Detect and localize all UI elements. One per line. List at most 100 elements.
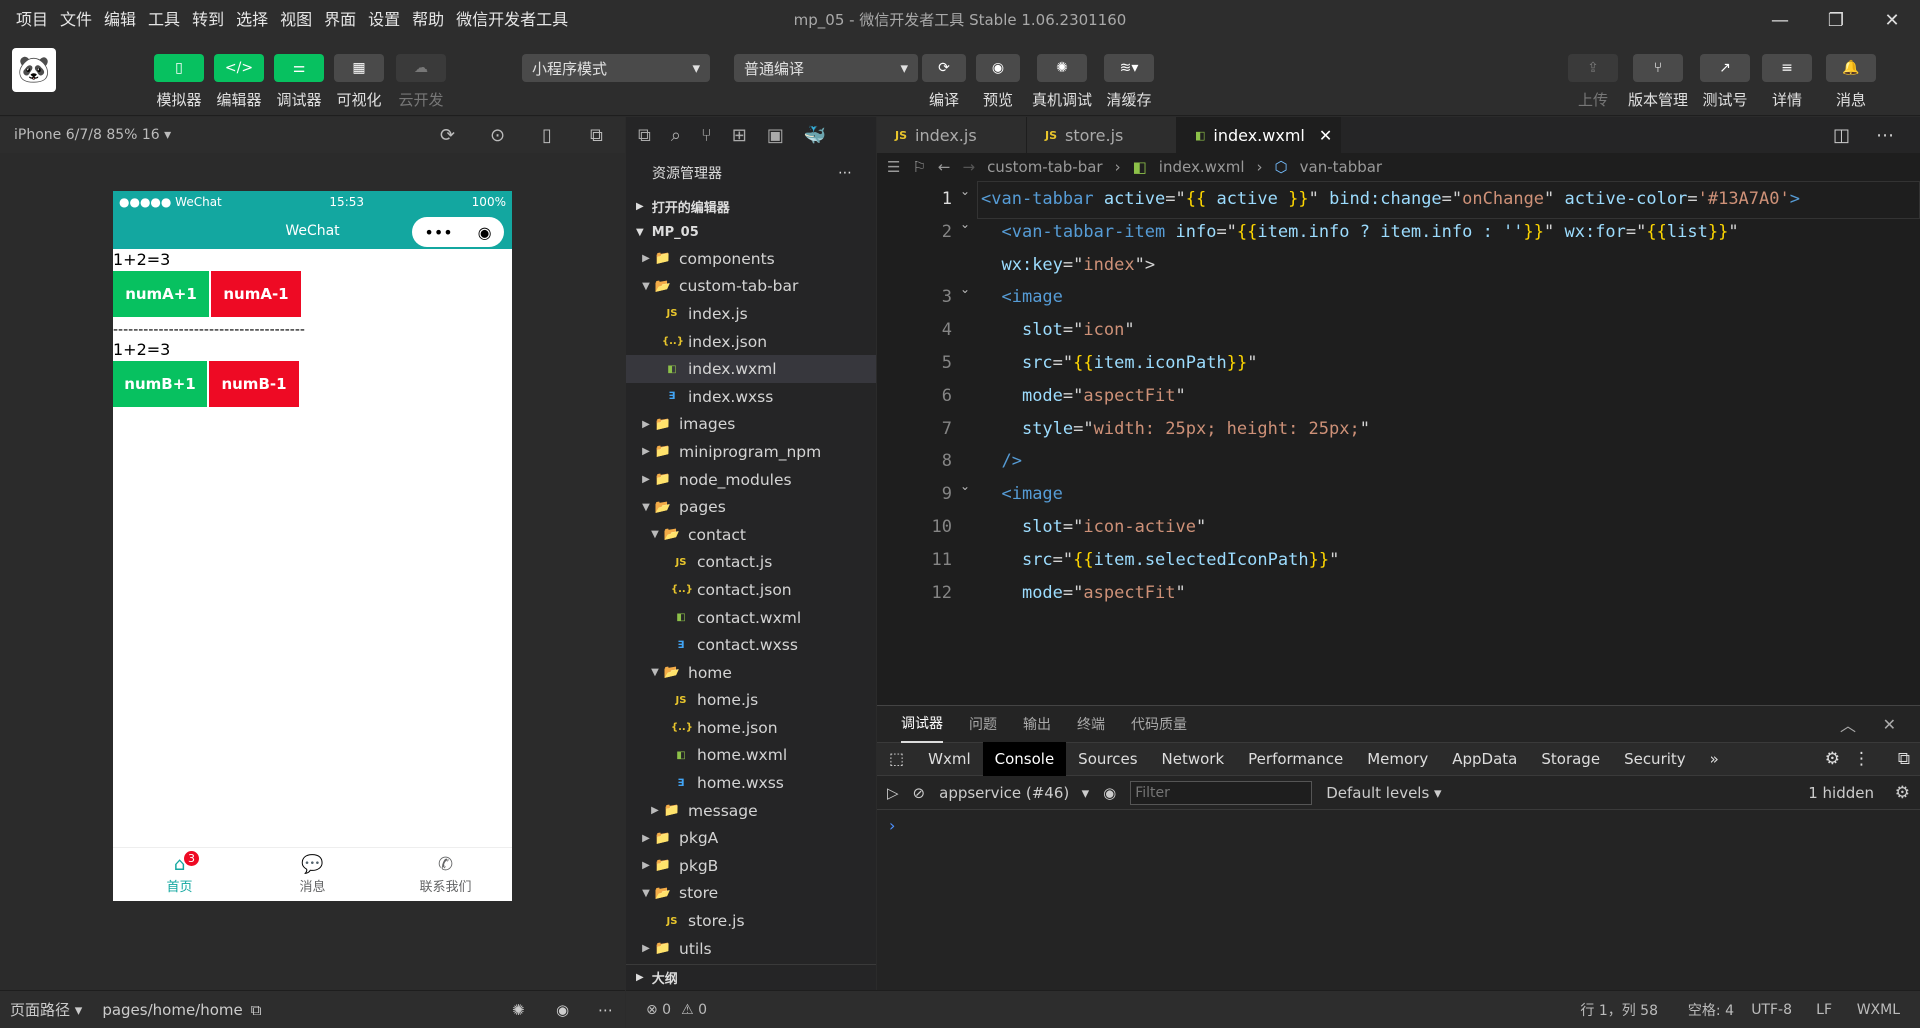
tree-item[interactable]: ◧ contact.wxml [626,604,876,632]
back-icon[interactable]: ← [938,158,951,176]
breadcrumb-item[interactable]: index.wxml [1159,158,1245,176]
code-line[interactable]: mode="aspectFit" [981,380,1186,413]
devtab[interactable]: Security [1612,742,1698,776]
debug-icon[interactable]: ▣ [767,125,784,146]
num-b-plus-button[interactable]: numB+1 [113,361,207,407]
code-line[interactable]: src="{{item.selectedIconPath}}" [981,544,1339,577]
inspect-icon[interactable]: ⬚ [877,742,916,776]
num-a-plus-button[interactable]: numA+1 [113,271,209,317]
tree-item[interactable]: ▶ 📁 message [626,797,876,825]
tree-item[interactable]: {..} index.json [626,328,876,356]
menu-item[interactable]: 编辑 [98,0,142,40]
tree-item[interactable]: ∃ contact.wxss [626,631,876,659]
code-line[interactable]: src="{{item.iconPath}}" [981,347,1257,380]
fold-icon[interactable]: ⌄ [960,181,970,208]
tab-output[interactable]: 输出 [1023,714,1051,734]
more-tabs-icon[interactable]: » [1698,742,1731,776]
tree-item[interactable]: ▶ 📁 utils [626,935,876,963]
docker-icon[interactable]: 🐳 [804,125,826,146]
breadcrumb-item[interactable]: custom-tab-bar [987,158,1103,176]
code-line[interactable]: style="width: 25px; height: 25px;" [981,413,1370,446]
tree-item[interactable]: ◧ home.wxml [626,742,876,770]
minimize-icon[interactable]: — [1752,0,1808,40]
page-path-select[interactable]: 页面路径 ▾ [10,999,82,1020]
avatar[interactable]: 🐼 [12,48,56,92]
open-editors-section[interactable]: ▶ 打开的编辑器 [626,193,876,219]
menu-item[interactable]: 帮助 [406,0,450,40]
tree-item[interactable]: {..} contact.json [626,576,876,604]
devtab[interactable]: Wxml [916,742,983,776]
menu-item[interactable]: 微信开发者工具 [450,0,574,40]
devtab[interactable]: Storage [1529,742,1612,776]
debugger-button[interactable]: ⚌ 调试器 [274,54,324,110]
language-mode[interactable]: WXML [1857,1002,1900,1018]
split-editor-icon[interactable]: ◫ [1833,125,1850,146]
tree-item[interactable]: ∃ index.wxss [626,383,876,411]
copy-icon[interactable]: ⧉ [251,1001,262,1019]
encoding[interactable]: UTF-8 [1751,1002,1792,1018]
phone-icon[interactable]: ▯ [542,125,552,146]
eye-icon[interactable]: ◉ [556,1001,569,1019]
project-section[interactable]: ▼ MP_05 [626,219,876,245]
visual-button[interactable]: ▦ 可视化 [334,54,384,110]
version-button[interactable]: ⑂ 版本管理 [1628,54,1688,110]
more-icon[interactable]: ⋯ [1876,125,1894,146]
gear-icon[interactable]: ⚙ [1895,783,1910,803]
tree-item[interactable]: ◧ index.wxml [626,355,876,383]
stop-icon[interactable]: ⊙ [490,125,505,146]
menu-item[interactable]: 视图 [274,0,318,40]
git-icon[interactable]: ⑂ [701,125,712,146]
code-line[interactable]: wx:key="index"> [981,249,1155,282]
real-debug-button[interactable]: ✺ 真机调试 [1032,54,1092,110]
num-b-minus-button[interactable]: numB-1 [209,361,299,407]
editor-tab[interactable]: JS index.js [877,117,1027,153]
code-line[interactable]: <image [981,478,1062,511]
forward-icon[interactable]: → [962,158,975,176]
code-editor[interactable]: 1 ⌄ <van-tabbar active="{{ active }}" bind… [877,181,1920,705]
tree-item[interactable]: ▼ 📂 store [626,880,876,908]
tree-item[interactable]: ▼ 📂 custom-tab-bar [626,273,876,301]
menu-item[interactable]: 工具 [142,0,186,40]
tree-item[interactable]: ▶ 📁 components [626,245,876,273]
tree-item[interactable]: JS store.js [626,907,876,935]
more-icon[interactable]: ⋯ [598,1001,613,1019]
bug-icon[interactable]: ✺ [512,1001,525,1019]
tree-item[interactable]: ▼ 📂 home [626,659,876,687]
code-line[interactable]: /> [981,445,1021,478]
mode-select[interactable]: 小程序模式 ▾ [522,54,710,82]
popout-icon[interactable]: ⧉ [590,125,603,146]
error-count[interactable]: ⊗ 0 [646,1002,671,1018]
code-line[interactable]: <van-tabbar-item info="{{item.info ? ite… [981,216,1738,249]
tree-item[interactable]: ▼ 📂 pages [626,493,876,521]
breadcrumb-item[interactable]: van-tabbar [1300,158,1382,176]
fold-icon[interactable]: ⌄ [960,273,970,306]
maximize-icon[interactable]: ❐ [1808,0,1864,40]
sidebar-toggle-icon[interactable]: ▷ [887,784,899,802]
tree-item[interactable]: ∃ home.wxss [626,769,876,797]
search-icon[interactable]: ⌕ [671,125,681,146]
menu-item[interactable]: 项目 [10,0,54,40]
editor-tab[interactable]: ◧ index.wxml ✕ [1177,117,1341,153]
code-line[interactable]: mode="aspectFit" [981,577,1186,610]
devtab[interactable]: AppData [1440,742,1529,776]
menu-item[interactable]: 界面 [318,0,362,40]
list-icon[interactable]: ☰ [887,158,900,176]
tree-item[interactable]: ▼ 📂 contact [626,521,876,549]
num-a-minus-button[interactable]: numA-1 [211,271,301,317]
more-icon[interactable]: ••• [424,223,452,242]
tab-message[interactable]: 💬 消息 [246,848,379,901]
clear-icon[interactable]: ⊘ [913,784,926,802]
upload-button[interactable]: ⇪ 上传 [1568,54,1618,110]
context-select[interactable]: appservice (#46) ▾ [939,784,1089,802]
more-icon[interactable]: ⋯ [838,165,852,181]
close-icon[interactable]: ✕ [1883,715,1896,734]
test-account-button[interactable]: ↗ 测试号 [1700,54,1750,110]
editor-tab[interactable]: JS store.js [1027,117,1177,153]
devtab[interactable]: Memory [1355,742,1440,776]
extensions-icon[interactable]: ⊞ [732,125,747,146]
eye-icon[interactable]: ◉ [1103,784,1116,802]
indent-setting[interactable]: 空格: 4 [1688,1000,1734,1020]
tree-item[interactable]: JS contact.js [626,549,876,577]
device-select[interactable]: iPhone 6/7/8 85% 16 ▾ [14,127,171,143]
tab-debugger[interactable]: 调试器 [901,705,943,743]
